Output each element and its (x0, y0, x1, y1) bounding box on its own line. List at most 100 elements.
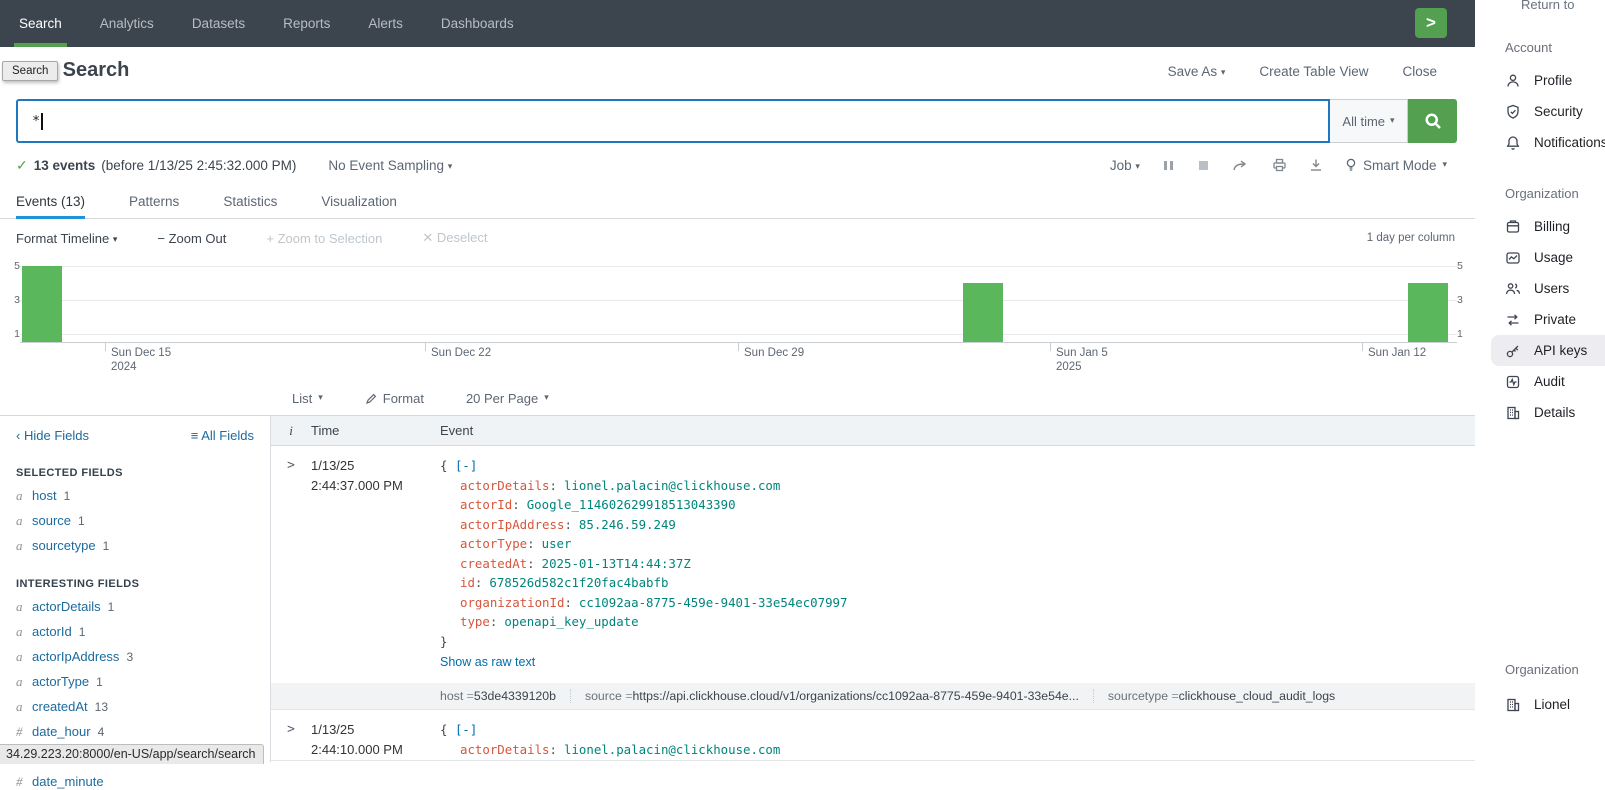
format-timeline-dropdown[interactable]: Format Timeline ▾ (16, 231, 117, 246)
nav-item-dashboards[interactable]: Dashboards (422, 0, 533, 47)
pause-button[interactable] (1162, 159, 1175, 172)
create-table-view-button[interactable]: Create Table View (1259, 64, 1368, 79)
menu-item-usage[interactable]: Usage (1505, 242, 1605, 273)
json-value[interactable]: user (542, 536, 572, 551)
field-item-actorDetails[interactable]: aactorDetails1 (16, 599, 254, 615)
json-key[interactable]: organizationId (460, 595, 579, 610)
menu-item-users[interactable]: Users (1505, 273, 1605, 304)
nav-item-analytics[interactable]: Analytics (81, 0, 173, 47)
save-as-button[interactable]: Save As ▾ (1168, 64, 1226, 79)
field-item-sourcetype[interactable]: asourcetype1 (16, 538, 254, 554)
json-value[interactable]: 2025-01-13T14:44:37Z (542, 556, 691, 571)
collapse-json-button[interactable]: [-] (455, 722, 477, 737)
menu-item-private-endpoints[interactable]: Private (1505, 304, 1605, 335)
format-results-button[interactable]: Format (365, 391, 424, 406)
timeline-bar[interactable] (963, 283, 1003, 342)
organization-switcher: Organization Lionel (1505, 662, 1579, 720)
menu-item-profile[interactable]: Profile (1505, 65, 1605, 96)
nav-item-search[interactable]: Search (0, 0, 81, 47)
job-menu[interactable]: Job ▾ (1110, 158, 1140, 173)
event-sampling-dropdown[interactable]: No Event Sampling ▾ (328, 158, 452, 173)
menu-item-security[interactable]: Security (1505, 96, 1605, 127)
event-expander[interactable]: > (271, 456, 311, 709)
time-range-picker[interactable]: All time ▾ (1330, 99, 1408, 143)
event-json: { [-] actorDetailslionel.palacin@clickho… (440, 720, 1475, 759)
menu-item-current-organization[interactable]: Lionel (1505, 689, 1579, 720)
search-mode-selector[interactable]: Smart Mode ▾ (1345, 158, 1447, 173)
export-button[interactable] (1309, 158, 1323, 172)
stop-button[interactable] (1197, 159, 1210, 172)
json-key[interactable]: id (460, 575, 489, 590)
field-item-date_hour[interactable]: #date_hour4 (16, 724, 254, 740)
tab-label: Events (13) (16, 194, 85, 209)
search-input[interactable]: * (16, 99, 1330, 143)
tab-events[interactable]: Events (13) (16, 185, 85, 218)
all-fields-button[interactable]: ≡ All Fields (191, 428, 254, 443)
json-key[interactable]: actorId (460, 497, 527, 512)
meta-sourcetype[interactable]: sourcetypeclickhouse_cloud_audit_logs (1093, 689, 1349, 703)
json-key[interactable]: createdAt (460, 556, 542, 571)
field-item-actorIpAddress[interactable]: aactorIpAddress3 (16, 649, 254, 665)
event-expander[interactable]: > (271, 720, 311, 760)
splunk-logo[interactable]: > (1415, 8, 1447, 38)
nav-item-datasets[interactable]: Datasets (173, 0, 264, 47)
meta-source[interactable]: sourcehttps://api.clickhouse.cloud/v1/or… (570, 689, 1093, 703)
share-button[interactable] (1232, 158, 1250, 172)
menu-item-api-keys[interactable]: API keys (1491, 335, 1605, 366)
search-button[interactable] (1408, 99, 1457, 143)
deselect-label: Deselect (437, 230, 488, 245)
nav-item-alerts[interactable]: Alerts (349, 0, 422, 47)
result-count: ✓ 13 events (before 1/13/25 2:45:32.000 … (16, 157, 452, 174)
deselect-button[interactable]: ✕ Deselect (422, 230, 487, 246)
timeline-bar[interactable] (1408, 283, 1448, 342)
menu-item-audit[interactable]: Audit (1505, 366, 1605, 397)
json-value[interactable]: openapi_key_update (504, 614, 638, 629)
field-item-host[interactable]: ahost1 (16, 488, 254, 504)
return-to-link[interactable]: Return to (1505, 0, 1605, 12)
menu-item-notifications[interactable]: Notifications (1505, 127, 1605, 158)
open-brace: { (440, 722, 447, 737)
column-header-event: Event (440, 423, 1475, 438)
column-header-info: i (271, 423, 311, 439)
tab-visualization[interactable]: Visualization (321, 185, 397, 218)
per-page-dropdown[interactable]: 20 Per Page ▾ (466, 391, 549, 406)
timeline-bar[interactable] (22, 266, 62, 342)
json-key[interactable]: actorIpAddress (460, 517, 579, 532)
menu-item-billing[interactable]: Billing (1505, 211, 1605, 242)
hide-fields-button[interactable]: ‹ Hide Fields (16, 428, 89, 443)
json-key[interactable]: actorDetails (460, 478, 564, 493)
json-line: createdAt2025-01-13T14:44:37Z (440, 554, 1475, 574)
field-item-createdAt[interactable]: acreatedAt13 (16, 699, 254, 715)
json-key[interactable]: type (460, 614, 504, 629)
collapse-json-button[interactable]: [-] (455, 458, 477, 473)
zoom-to-selection-label: Zoom to Selection (278, 231, 383, 246)
json-value[interactable]: Google_114602629918513043390 (527, 497, 736, 512)
menu-item-details[interactable]: Details (1505, 397, 1605, 428)
json-key[interactable]: actorDetails (460, 742, 564, 757)
json-value[interactable]: 85.246.59.249 (579, 517, 676, 532)
zoom-to-selection-button[interactable]: + Zoom to Selection (266, 231, 382, 246)
nav-label: Reports (283, 16, 330, 31)
close-button[interactable]: Close (1402, 64, 1437, 79)
json-value[interactable]: lionel.palacin@clickhouse.com (564, 742, 780, 757)
zoom-out-button[interactable]: − Zoom Out (157, 231, 226, 246)
building-icon (1505, 697, 1521, 713)
list-view-dropdown[interactable]: List ▾ (292, 391, 323, 406)
json-value[interactable]: lionel.palacin@clickhouse.com (564, 478, 780, 493)
events-timeline-chart[interactable]: 113355Sun Dec 15 2024Sun Dec 22Sun Dec 2… (0, 257, 1475, 374)
field-type: # (16, 774, 25, 790)
field-item-actorType[interactable]: aactorType1 (16, 674, 254, 690)
show-raw-text-link[interactable]: Show as raw text (440, 655, 1475, 669)
field-item-source[interactable]: asource1 (16, 513, 254, 529)
json-value[interactable]: cc1092aa-8775-459e-9401-33e54ec07997 (579, 595, 848, 610)
meta-host[interactable]: host53de4339120b (440, 689, 570, 703)
field-item-date_minute[interactable]: #date_minute (16, 774, 254, 790)
nav-item-reports[interactable]: Reports (264, 0, 349, 47)
field-name: actorIpAddress (32, 649, 119, 664)
field-item-actorId[interactable]: aactorId1 (16, 624, 254, 640)
tab-statistics[interactable]: Statistics (223, 185, 277, 218)
json-value[interactable]: 678526d582c1f20fac4babfb (489, 575, 668, 590)
print-button[interactable] (1272, 158, 1287, 172)
json-key[interactable]: actorType (460, 536, 542, 551)
tab-patterns[interactable]: Patterns (129, 185, 179, 218)
